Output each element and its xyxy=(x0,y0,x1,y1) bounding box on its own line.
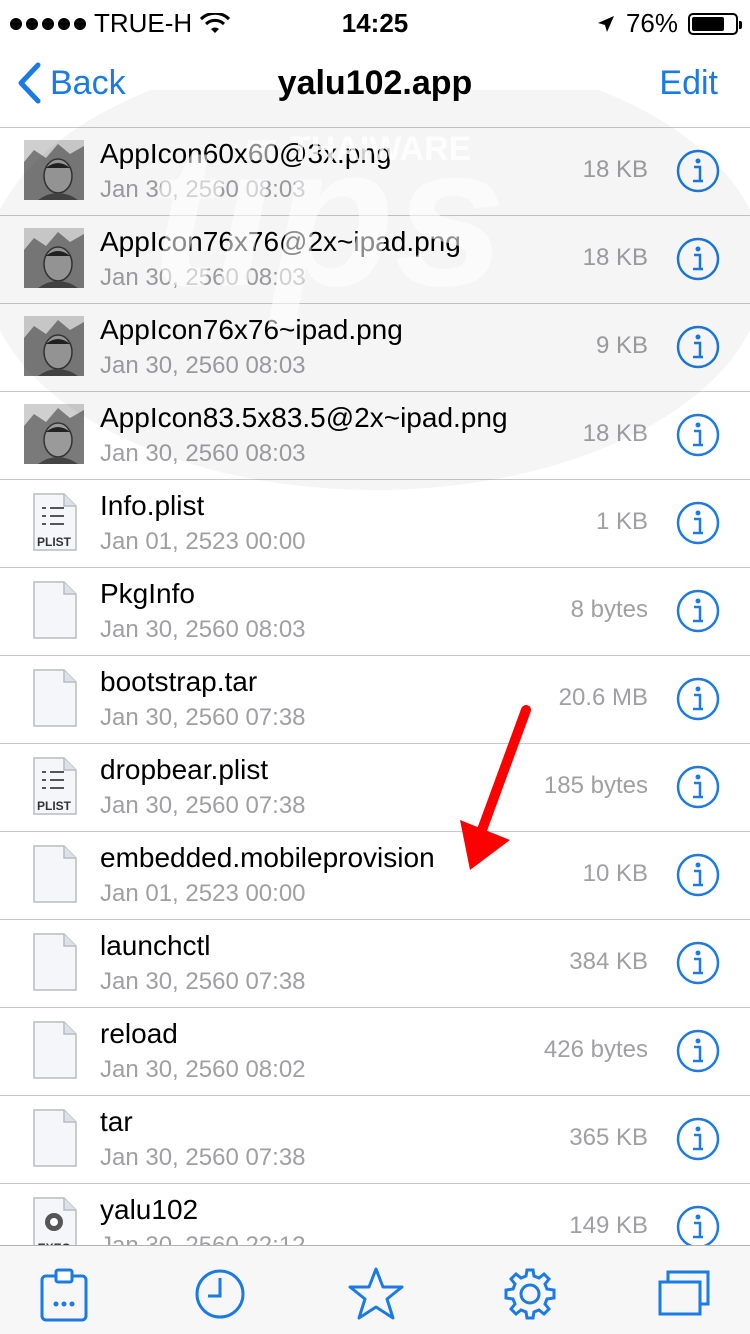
file-date: Jan 01, 2523 00:00 xyxy=(100,528,306,555)
file-size: 20.6 MB xyxy=(558,684,648,711)
file-name: launchctl xyxy=(100,930,211,961)
generic-file-icon xyxy=(33,933,77,991)
clock-icon[interactable] xyxy=(192,1266,248,1322)
file-name: embedded.mobileprovision xyxy=(100,842,435,873)
file-row[interactable]: EXEC yalu102 Jan 30, 2560 22:12 149 KB xyxy=(0,1184,750,1245)
info-icon[interactable] xyxy=(676,765,720,809)
plist-file-icon: PLIST xyxy=(33,493,77,551)
file-name: AppIcon76x76~ipad.png xyxy=(100,314,403,345)
file-row[interactable]: AppIcon60x60@3x.png Jan 30, 2560 08:03 18 … xyxy=(0,128,750,216)
image-thumbnail-icon xyxy=(24,140,84,200)
file-name: yalu102 xyxy=(100,1194,199,1225)
file-list: AppIcon60x60@3x.png Jan 30, 2560 08:03 18 … xyxy=(0,128,750,1245)
file-date: Jan 30, 2560 07:38 xyxy=(100,968,306,995)
file-date: Jan 30, 2560 08:03 xyxy=(100,352,306,379)
info-icon[interactable] xyxy=(676,1029,720,1073)
battery-percent: 76% xyxy=(625,8,678,38)
generic-file-icon xyxy=(33,669,77,727)
file-name: PkgInfo xyxy=(100,578,195,609)
generic-file-icon xyxy=(33,1109,77,1167)
file-name: AppIcon60x60@3x.png xyxy=(100,138,392,169)
info-icon[interactable] xyxy=(676,149,720,193)
info-icon[interactable] xyxy=(676,1117,720,1161)
file-name: reload xyxy=(100,1018,178,1049)
file-date: Jan 30, 2560 07:38 xyxy=(100,1144,306,1171)
edit-button[interactable]: Edit xyxy=(659,64,718,103)
info-icon[interactable] xyxy=(676,589,720,633)
image-thumbnail-icon xyxy=(24,404,84,464)
battery-level xyxy=(692,16,724,31)
svg-text:PLIST: PLIST xyxy=(37,799,72,813)
file-date: Jan 30, 2560 08:03 xyxy=(100,616,306,643)
tab-bar xyxy=(0,1245,750,1334)
battery-icon xyxy=(688,12,742,35)
file-row[interactable]: launchctl Jan 30, 2560 07:38 384 KB xyxy=(0,920,750,1008)
file-row[interactable]: AppIcon76x76~ipad.png Jan 30, 2560 08:03 9… xyxy=(0,304,750,392)
file-name: AppIcon83.5x83.5@2x~ipad.png xyxy=(100,402,508,433)
file-name: tar xyxy=(100,1106,133,1137)
page-title: yalu102.app xyxy=(277,64,473,102)
file-date: Jan 30, 2560 07:38 xyxy=(100,704,306,731)
file-name: AppIcon76x76@2x~ipad.png xyxy=(100,226,461,257)
image-thumbnail-icon xyxy=(24,228,84,288)
file-size: 18 KB xyxy=(582,156,648,183)
plist-file-icon: PLIST xyxy=(33,757,77,815)
file-row[interactable]: reload Jan 30, 2560 08:02 426 bytes xyxy=(0,1008,750,1096)
file-date: Jan 30, 2560 08:03 xyxy=(100,176,306,203)
star-icon[interactable] xyxy=(348,1266,404,1322)
file-row[interactable]: AppIcon76x76@2x~ipad.png Jan 30, 2560 08:… xyxy=(0,216,750,304)
file-date: Jan 30, 2560 07:38 xyxy=(100,792,306,819)
exec-file-icon: EXEC xyxy=(33,1197,77,1245)
info-icon[interactable] xyxy=(676,941,720,985)
info-icon[interactable] xyxy=(676,413,720,457)
file-size: 1 KB xyxy=(595,508,648,535)
file-row[interactable]: tar Jan 30, 2560 07:38 365 KB xyxy=(0,1096,750,1184)
generic-file-icon xyxy=(33,581,77,639)
file-size: 185 bytes xyxy=(543,772,648,799)
file-size: 426 bytes xyxy=(543,1036,648,1063)
file-date: Jan 30, 2560 08:03 xyxy=(100,264,306,291)
file-size: 384 KB xyxy=(569,948,648,975)
file-date: Jan 01, 2523 00:00 xyxy=(100,880,306,907)
info-icon[interactable] xyxy=(676,501,720,545)
file-row[interactable]: embedded.mobileprovision Jan 01, 2523 00:… xyxy=(0,832,750,920)
file-row[interactable]: PLIST Info.plist Jan 01, 2523 00:00 1 KB xyxy=(0,480,750,568)
file-date: Jan 30, 2560 08:03 xyxy=(100,440,306,467)
clipboard-icon[interactable] xyxy=(36,1266,92,1322)
file-row[interactable]: PkgInfo Jan 30, 2560 08:03 8 bytes xyxy=(0,568,750,656)
file-size: 9 KB xyxy=(595,332,648,359)
info-icon[interactable] xyxy=(676,853,720,897)
file-size: 18 KB xyxy=(582,420,648,447)
image-thumbnail-icon xyxy=(24,316,84,376)
windows-icon[interactable] xyxy=(656,1266,712,1322)
file-date: Jan 30, 2560 22:12 xyxy=(100,1232,306,1245)
file-size: 10 KB xyxy=(582,860,648,887)
status-bar: TRUE-H 14:25 76% xyxy=(0,0,750,40)
location-arrow-icon xyxy=(597,15,614,32)
navigation-bar: Back yalu102.app Edit xyxy=(0,40,750,128)
file-size: 18 KB xyxy=(582,244,648,271)
info-icon[interactable] xyxy=(676,1205,720,1245)
file-size: 365 KB xyxy=(569,1124,648,1151)
file-size: 149 KB xyxy=(569,1212,648,1239)
file-size: 8 bytes xyxy=(570,596,648,623)
info-icon[interactable] xyxy=(676,237,720,281)
file-date: Jan 30, 2560 08:02 xyxy=(100,1056,306,1083)
info-icon[interactable] xyxy=(676,325,720,369)
file-row[interactable]: AppIcon83.5x83.5@2x~ipad.png Jan 30, 2560… xyxy=(0,392,750,480)
generic-file-icon xyxy=(33,1021,77,1079)
gear-icon[interactable] xyxy=(502,1266,558,1322)
info-icon[interactable] xyxy=(676,677,720,721)
file-row[interactable]: bootstrap.tar Jan 30, 2560 07:38 20.6 MB xyxy=(0,656,750,744)
file-name: Info.plist xyxy=(100,490,205,521)
file-row[interactable]: PLIST dropbear.plist Jan 30, 2560 07:38 185… xyxy=(0,744,750,832)
file-name: dropbear.plist xyxy=(100,754,269,785)
file-name: bootstrap.tar xyxy=(100,666,258,697)
generic-file-icon xyxy=(33,845,77,903)
svg-text:PLIST: PLIST xyxy=(37,535,72,549)
